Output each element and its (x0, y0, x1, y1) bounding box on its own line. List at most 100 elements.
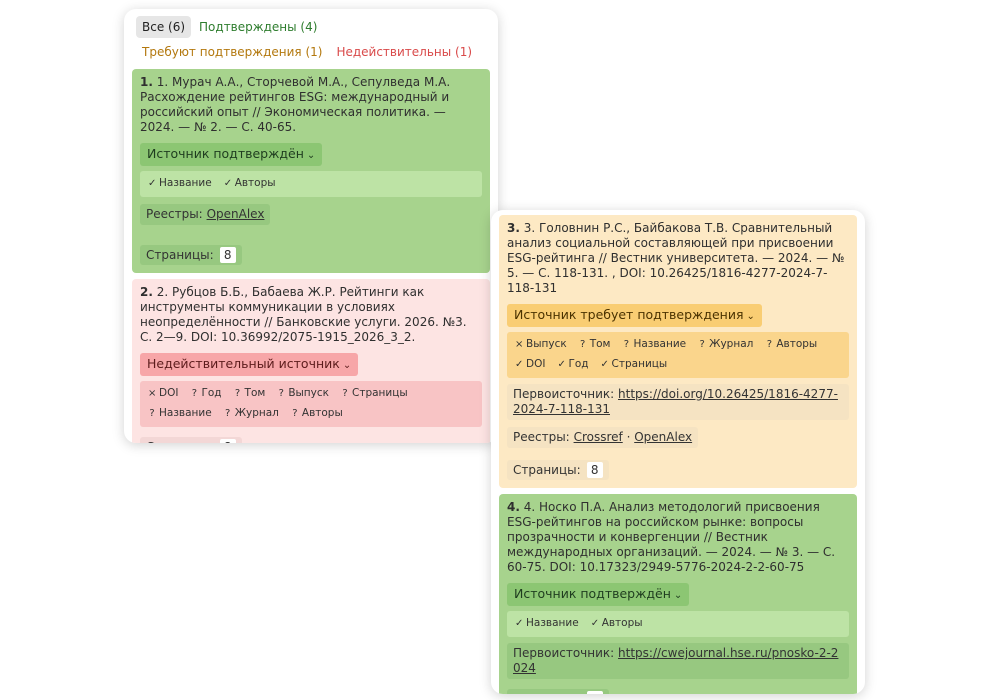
check-icon: ✓ (223, 178, 233, 189)
check-label: Название (526, 617, 579, 629)
filter-tabs: Все (6) Подтверждены (4) Требуют подтвер… (132, 13, 490, 65)
check-item: × DOI (148, 386, 178, 401)
check-item: × Выпуск (515, 337, 567, 352)
check-label: Название (159, 177, 212, 189)
field-checks: × DOI ? Год ? Том ? Выпуск ? Страницы ? Назван… (140, 381, 482, 427)
reference-text: 2. 2. Рубцов Б.Б., Бабаева Ж.Р. Рейтинги… (140, 285, 482, 345)
reference-number: 4. (507, 500, 520, 514)
check-label: Журнал (234, 407, 279, 419)
check-label: Выпуск (526, 338, 567, 350)
check-item: ✓ Название (515, 616, 579, 631)
registry-link-openalex[interactable]: OpenAlex (634, 430, 692, 444)
status-dropdown[interactable]: Источник требует подтверждения ⌄ (507, 304, 762, 327)
check-label: Авторы (234, 177, 276, 189)
check-label: Авторы (776, 338, 818, 350)
reference-card-3: 3. 3. Головнин Р.С., Байбакова Т.В. Срав… (499, 215, 857, 488)
check-label: Авторы (601, 617, 643, 629)
reference-card-4: 4. 4. Носко П.А. Анализ методологий прис… (499, 494, 857, 694)
check-label: DOI (526, 358, 546, 370)
check-label: Журнал (709, 338, 754, 350)
chevron-down-icon: ⌄ (673, 590, 683, 601)
primary-source-row: Первоисточник: https://cwejournal.hse.ru… (507, 643, 849, 679)
check-label: Выпуск (288, 387, 329, 399)
check-item: ? Журнал (224, 406, 279, 421)
question-icon: ? (699, 339, 705, 350)
pages-input[interactable]: 8 (586, 691, 603, 694)
primary-source-label: Первоисточник: (513, 387, 615, 401)
check-item: ✓ Год (557, 357, 588, 372)
check-icon: ✓ (515, 359, 524, 370)
registry-link-openalex[interactable]: OpenAlex (207, 207, 265, 221)
registries-label: Реестры: (513, 430, 570, 444)
reference-citation: 4. Носко П.А. Анализ методологий присвое… (507, 500, 836, 574)
check-label: Название (159, 407, 212, 419)
pages-input[interactable]: 8 (586, 462, 603, 478)
filter-all[interactable]: Все (6) (136, 16, 192, 38)
reference-check-panel-left: Все (6) Подтверждены (4) Требуют подтвер… (124, 9, 498, 443)
check-item: ? Выпуск (277, 386, 329, 401)
check-item: ✓ Авторы (591, 616, 643, 631)
registries-row: Реестры: OpenAlex (140, 204, 271, 225)
check-label: Том (244, 387, 266, 399)
chevron-down-icon: ⌄ (306, 150, 316, 161)
check-label: DOI (159, 387, 179, 399)
registry-link-crossref[interactable]: Crossref (574, 430, 623, 444)
cross-icon: × (148, 388, 157, 399)
status-dropdown[interactable]: Источник подтверждён ⌄ (140, 143, 323, 166)
reference-number: 1. (140, 75, 153, 89)
question-icon: ? (342, 388, 348, 399)
registries-label: Реестры: (146, 207, 203, 221)
check-icon: ✓ (557, 359, 566, 370)
check-item: ? Авторы (765, 337, 818, 352)
filter-confirmed[interactable]: Подтверждены (4) (193, 16, 323, 38)
reference-text: 1. 1. Мурач А.А., Сторчевой М.А., Сепулв… (140, 75, 482, 135)
status-dropdown[interactable]: Источник подтверждён ⌄ (507, 583, 690, 606)
pages-input[interactable]: 8 (219, 247, 236, 263)
check-item: ✓ Название (148, 176, 212, 191)
reference-number: 3. (507, 221, 520, 235)
question-icon: ? (191, 388, 198, 399)
check-label: Год (568, 358, 589, 370)
check-item: ✓ Страницы (601, 357, 668, 372)
check-item: ? Год (190, 386, 222, 401)
check-icon: ✓ (148, 178, 157, 189)
reference-text: 4. 4. Носко П.А. Анализ методологий прис… (507, 500, 849, 575)
filter-invalid[interactable]: Недействительны (1) (330, 41, 478, 63)
status-label: Источник подтверждён (147, 146, 304, 161)
pages-input[interactable]: 8 (219, 439, 236, 443)
pages-field: Страницы: 8 (140, 245, 242, 265)
question-icon: ? (580, 339, 586, 350)
cross-icon: × (515, 339, 524, 350)
field-checks: × Выпуск ? Том ? Название ? Журнал ? Авторы ✓… (507, 332, 849, 378)
pages-label: Страницы: (513, 463, 581, 477)
reference-card-2: 2. 2. Рубцов Б.Б., Бабаева Ж.Р. Рейтинги… (132, 279, 490, 443)
registries-row: Реестры: Crossref · OpenAlex (507, 427, 699, 448)
check-item: ✓ DOI (515, 357, 545, 372)
pages-field: Страницы: 8 (140, 437, 242, 443)
question-icon: ? (149, 408, 155, 419)
question-icon: ? (234, 388, 241, 399)
check-label: Год (201, 387, 222, 399)
primary-source-row: Первоисточник: https://doi.org/10.26425/… (507, 384, 849, 420)
check-item: ? Журнал (698, 337, 753, 352)
check-icon: ✓ (600, 359, 609, 370)
pages-label: Страницы: (146, 248, 214, 262)
status-label: Источник требует подтверждения (514, 307, 744, 322)
pages-label: Страницы: (146, 439, 214, 443)
filter-pending[interactable]: Требуют подтверждения (1) (136, 41, 328, 63)
check-item: ? Страницы (341, 386, 407, 401)
reference-text: 3. 3. Головнин Р.С., Байбакова Т.В. Срав… (507, 221, 849, 296)
pages-field: Страницы: 8 (507, 689, 609, 694)
check-icon: ✓ (515, 618, 524, 629)
status-label: Недействительный источник (147, 356, 340, 371)
status-dropdown[interactable]: Недействительный источник ⌄ (140, 353, 359, 376)
check-item: ? Авторы (291, 406, 343, 421)
reference-card-1: 1. 1. Мурач А.А., Сторчевой М.А., Сепулв… (132, 69, 490, 273)
check-label: Авторы (301, 407, 343, 419)
reference-check-panel-right: 3. 3. Головнин Р.С., Байбакова Т.В. Срав… (491, 210, 865, 694)
check-item: ? Название (148, 406, 212, 421)
check-item: ? Том (234, 386, 266, 401)
pages-field: Страницы: 8 (507, 460, 609, 480)
question-icon: ? (278, 388, 284, 399)
check-icon: ✓ (590, 618, 600, 629)
